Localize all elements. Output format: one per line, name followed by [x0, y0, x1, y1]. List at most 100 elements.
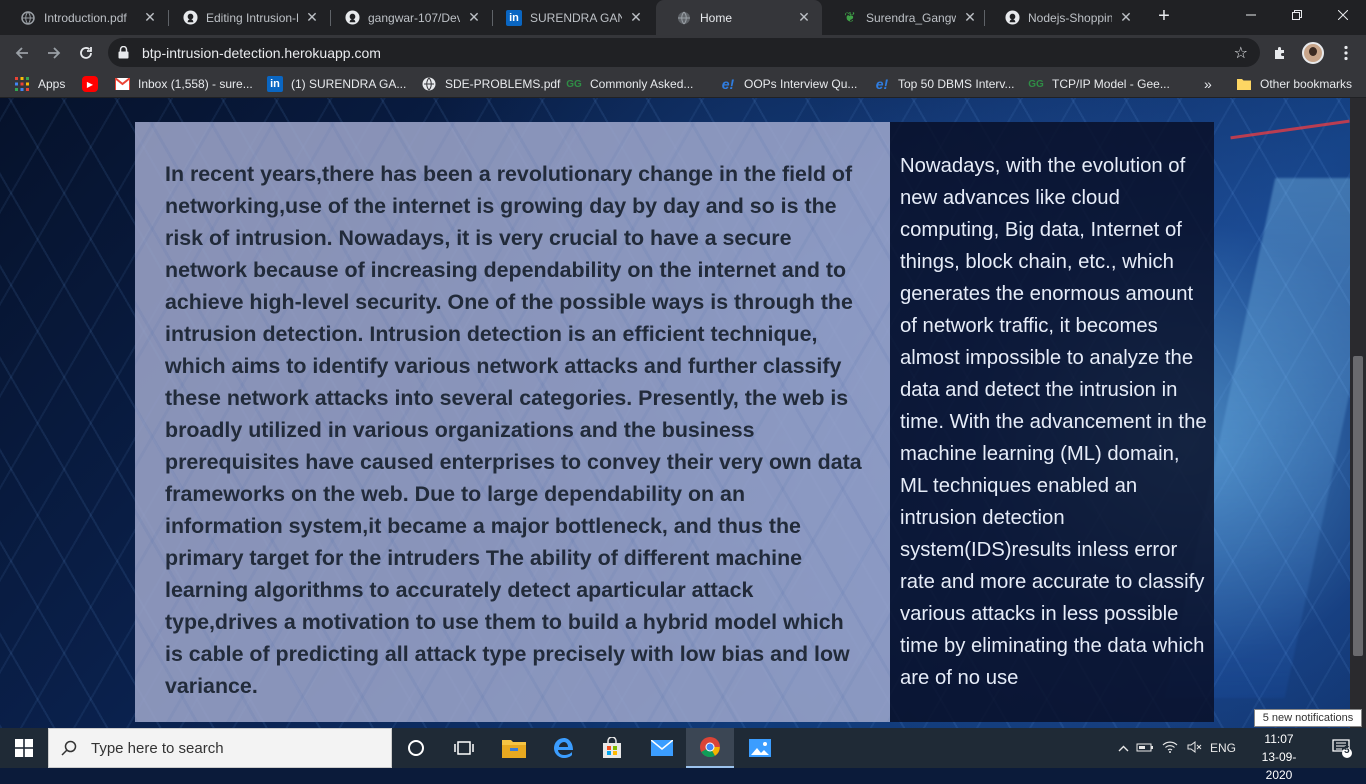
intro-panel: In recent years,there has been a revolut…: [135, 122, 890, 722]
tab-label: SURENDRA GANG: [530, 10, 622, 25]
bookmark-label: (1) SURENDRA GA...: [291, 77, 407, 91]
forward-button[interactable]: [40, 39, 68, 67]
menu-kebab-icon[interactable]: [1334, 41, 1358, 65]
task-view-button[interactable]: [440, 728, 488, 768]
github-icon: [344, 10, 360, 26]
chrome-icon: [700, 737, 720, 758]
close-icon: [1338, 10, 1348, 20]
tab-surendra-linkedin[interactable]: in SURENDRA GANG ✕: [486, 0, 654, 35]
bookmark-commonly-asked[interactable]: GG Commonly Asked...: [566, 70, 693, 98]
bookmark-apps[interactable]: Apps: [14, 70, 65, 98]
notification-count: 5: [1344, 745, 1350, 756]
bookmark-oops-interview[interactable]: e! OOPs Interview Qu...: [720, 70, 858, 98]
arrow-left-icon: [15, 47, 28, 59]
intro-paragraph: In recent years,there has been a revolut…: [165, 162, 862, 698]
wifi-icon[interactable]: [1158, 741, 1182, 756]
minimize-icon: [1246, 14, 1256, 16]
system-clock[interactable]: 11:07 13-09-2020: [1250, 730, 1308, 784]
close-icon[interactable]: ✕: [796, 9, 812, 26]
language-indicator[interactable]: ENG: [1208, 741, 1238, 755]
close-icon[interactable]: ✕: [628, 9, 644, 26]
start-button[interactable]: [0, 728, 48, 768]
close-icon[interactable]: ✕: [1118, 9, 1134, 26]
extensions-puzzle-icon[interactable]: [1268, 41, 1292, 65]
scrollbar-thumb[interactable]: [1353, 356, 1363, 656]
arrow-right-icon: [48, 47, 61, 59]
bookmark-other[interactable]: Other bookmarks: [1236, 70, 1352, 98]
store-bag-icon: [603, 737, 621, 758]
reload-icon: [80, 47, 92, 59]
cortana-circle-icon: [408, 740, 424, 756]
new-tab-button[interactable]: +: [1152, 5, 1176, 29]
bookmark-label: OOPs Interview Qu...: [744, 77, 858, 91]
search-placeholder: Type here to search: [91, 739, 224, 757]
taskbar-search[interactable]: Type here to search: [48, 728, 392, 768]
tab-label: Introduction.pdf: [44, 10, 127, 25]
chrome-app[interactable]: [686, 728, 734, 768]
tab-nodejs-shopping[interactable]: Nodejs-Shopping- ✕: [984, 0, 1144, 35]
tab-label: Surendra_Gangwa: [866, 10, 956, 25]
store-app[interactable]: [588, 728, 636, 768]
bookmark-star-icon[interactable]: ☆: [1234, 43, 1248, 63]
tab-label: Editing Intrusion-D: [206, 10, 298, 25]
globe-icon: [20, 10, 36, 26]
edge-app[interactable]: [540, 728, 588, 768]
tab-home[interactable]: Home ✕: [656, 0, 822, 35]
bookmark-sde-problems[interactable]: SDE-PROBLEMS.pdf: [421, 70, 560, 98]
folder-icon: [502, 740, 526, 758]
close-icon[interactable]: ✕: [304, 9, 320, 26]
gfg-icon: GG: [1028, 78, 1044, 90]
reload-button[interactable]: [72, 39, 100, 67]
restore-icon: [1292, 10, 1302, 20]
photos-app[interactable]: [736, 728, 784, 768]
restore-button[interactable]: [1274, 0, 1320, 30]
volume-muted-icon[interactable]: [1182, 740, 1208, 756]
close-icon[interactable]: ✕: [962, 9, 978, 26]
tab-gangwar-dev[interactable]: gangwar-107/Dev ✕: [324, 0, 492, 35]
bookmark-label: Inbox (1,558) - sure...: [138, 77, 253, 91]
edureka-icon: e!: [875, 76, 889, 92]
address-bar[interactable]: btp-intrusion-detection.herokuapp.com ☆: [108, 38, 1260, 67]
back-button[interactable]: [8, 39, 36, 67]
cortana-button[interactable]: [392, 728, 440, 768]
edge-icon: [554, 738, 573, 758]
battery-icon[interactable]: [1132, 741, 1158, 756]
action-center-button[interactable]: 5: [1318, 728, 1366, 768]
clock-time: 11:07: [1264, 732, 1294, 746]
url-text: btp-intrusion-detection.herokuapp.com: [142, 44, 381, 61]
apps-grid-icon: [14, 76, 30, 92]
github-icon: [182, 10, 198, 26]
close-window-button[interactable]: [1320, 0, 1366, 30]
bookmark-label: SDE-PROBLEMS.pdf: [445, 77, 561, 91]
bookmark-tcpip-model[interactable]: GG TCP/IP Model - Gee...: [1028, 70, 1170, 98]
bookmark-youtube[interactable]: ▶: [82, 70, 106, 98]
bookmarks-bar: Apps ▶ Inbox (1,558) - sure... in (1) SU…: [0, 70, 1366, 98]
clock-date: 13-09-2020: [1261, 750, 1297, 782]
tab-surendra-gangwar[interactable]: ❦ Surendra_Gangwa ✕: [822, 0, 988, 35]
windows-logo-icon: [15, 739, 33, 757]
close-icon[interactable]: ✕: [466, 9, 482, 26]
page-scrollbar[interactable]: [1350, 98, 1366, 728]
page-viewport: In recent years,there has been a revolut…: [0, 98, 1350, 728]
bookmark-linkedin[interactable]: in (1) SURENDRA GA...: [267, 70, 406, 98]
close-icon[interactable]: ✕: [142, 9, 158, 26]
bookmark-dbms-interview[interactable]: e! Top 50 DBMS Interv...: [874, 70, 1015, 98]
more-bookmarks-button[interactable]: »: [1204, 70, 1212, 98]
tab-label: Home: [700, 10, 733, 25]
tab-introduction[interactable]: Introduction.pdf ✕: [0, 0, 168, 35]
tab-editing-intrusion[interactable]: Editing Intrusion-D ✕: [162, 0, 330, 35]
gfg-icon: GG: [566, 78, 582, 90]
profile-avatar[interactable]: [1302, 42, 1324, 64]
minimize-button[interactable]: [1228, 0, 1274, 30]
system-tray: ENG: [1114, 728, 1238, 768]
file-explorer-app[interactable]: [490, 728, 538, 768]
chevron-up-icon[interactable]: [1114, 741, 1132, 755]
bookmark-gmail-inbox[interactable]: Inbox (1,558) - sure...: [114, 70, 253, 98]
edureka-icon: e!: [721, 76, 735, 92]
tab-strip: Introduction.pdf ✕ Editing Intrusion-D ✕…: [0, 0, 1366, 35]
linkedin-icon: in: [506, 9, 522, 26]
mail-app[interactable]: [638, 728, 686, 768]
motivation-paragraph: Nowadays, with the evolution of new adva…: [900, 155, 1207, 689]
gmail-icon: [114, 76, 130, 92]
globe-icon: [676, 10, 692, 26]
